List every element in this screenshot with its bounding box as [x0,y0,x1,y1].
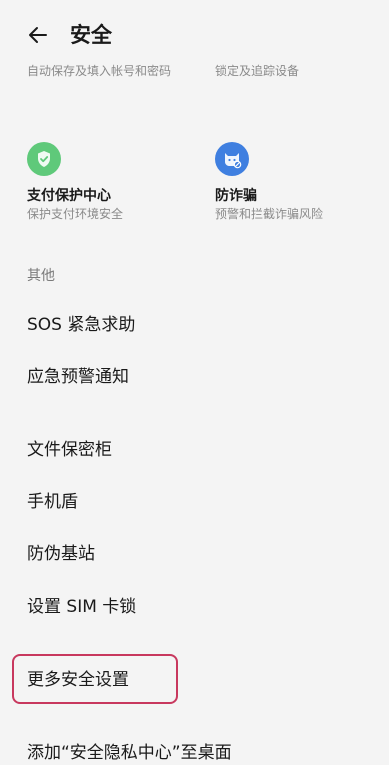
tile-title: 防诈骗 [215,188,257,204]
list-item-phone-shield[interactable]: 手机盾 [27,490,367,514]
header-bar: 安全 [0,0,389,70]
password-autofill-description: 自动保存及填入帐号和密码 [27,64,172,78]
list-item-sim-lock[interactable]: 设置 SIM 卡锁 [27,595,367,619]
tile-title: 支付保护中心 [27,188,111,204]
list-item-add-to-desktop[interactable]: 添加“安全隐私中心”至桌面 [27,741,367,765]
list-item-file-safe[interactable]: 文件保密柜 [27,438,367,462]
list-item-emergency-alerts[interactable]: 应急预警通知 [27,365,367,389]
tile-subtitle: 预警和拦截诈骗风险 [215,207,324,221]
payment-protection-tile[interactable]: 支付保护中心 保护支付环境安全 [27,142,187,222]
page-title: 安全 [70,23,112,47]
find-device-description: 锁定及追踪设备 [215,64,300,78]
back-arrow-icon [29,27,47,43]
list-item-sos[interactable]: SOS 紧急求助 [27,313,367,337]
back-button[interactable] [22,20,54,50]
anti-fraud-icon [215,142,249,176]
list-item-more-security-settings[interactable]: 更多安全设置 [27,668,367,692]
anti-fraud-tile[interactable]: 防诈骗 预警和拦截诈骗风险 [215,142,375,222]
shield-check-icon [27,142,61,176]
tile-subtitle: 保护支付环境安全 [27,207,124,221]
section-label-other: 其他 [27,268,55,284]
list-item-fake-base-station[interactable]: 防伪基站 [27,542,367,566]
